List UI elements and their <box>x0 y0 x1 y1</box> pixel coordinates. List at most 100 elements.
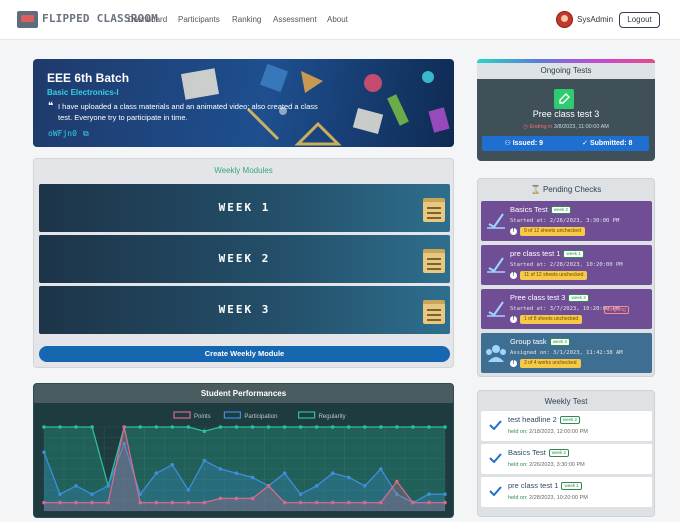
data-point-participation[interactable] <box>90 492 94 496</box>
data-point-regularity[interactable] <box>330 425 335 429</box>
data-point-participation[interactable] <box>186 488 191 492</box>
pending-item[interactable]: pre class test 1 week 1 Started at: 2/28/… <box>481 245 652 285</box>
data-point-regularity[interactable] <box>250 425 255 429</box>
data-point-regularity[interactable] <box>154 425 159 429</box>
data-point-points[interactable] <box>427 500 431 505</box>
data-point-regularity[interactable] <box>411 425 415 429</box>
data-point-points[interactable] <box>154 500 159 505</box>
copy-icon[interactable]: ⧉ <box>83 129 89 139</box>
data-point-points[interactable] <box>122 425 126 429</box>
week-card[interactable]: WEEK 1 <box>39 184 450 232</box>
nav-link-assessment[interactable]: Assessment <box>273 15 317 24</box>
data-point-regularity[interactable] <box>443 425 447 429</box>
data-point-participation[interactable] <box>106 484 110 488</box>
data-point-regularity[interactable] <box>266 425 271 429</box>
data-point-regularity[interactable] <box>298 425 303 429</box>
pending-item[interactable]: Basics Test week 2 Started at: 2/26/2023,… <box>481 201 652 241</box>
data-point-regularity[interactable] <box>138 425 143 429</box>
data-point-participation[interactable] <box>202 458 207 463</box>
data-point-participation[interactable] <box>427 492 431 496</box>
data-point-points[interactable] <box>42 500 46 505</box>
data-point-points[interactable] <box>346 500 351 505</box>
avatar[interactable] <box>556 11 573 28</box>
data-point-participation[interactable] <box>346 475 351 480</box>
username[interactable]: SysAdmin <box>577 15 613 24</box>
data-point-participation[interactable] <box>218 467 223 471</box>
data-point-regularity[interactable] <box>170 425 175 429</box>
data-point-participation[interactable] <box>314 484 319 488</box>
data-point-participation[interactable] <box>42 450 46 454</box>
data-point-points[interactable] <box>282 500 287 505</box>
data-point-points[interactable] <box>266 484 271 488</box>
week-card[interactable]: WEEK 2 <box>39 235 450 283</box>
ongoing-test-name[interactable]: Pree class test 3 <box>477 109 655 119</box>
pending-item[interactable]: Group task week 2 Assigned on: 3/1/2023, … <box>481 333 652 373</box>
create-weekly-module-button[interactable]: Create Weekly Module <box>39 346 450 362</box>
weekly-test-item[interactable]: pre class test 1 week 1 held on: 2/28/202… <box>481 477 652 507</box>
data-point-points[interactable] <box>363 500 367 505</box>
data-point-regularity[interactable] <box>202 429 207 433</box>
data-point-points[interactable] <box>250 496 255 501</box>
issued-count[interactable]: ⚇ Issued: 9 <box>482 136 566 151</box>
data-point-points[interactable] <box>186 500 191 505</box>
nav-link-dashboard[interactable]: Dashboard <box>128 15 167 24</box>
weekly-test-item[interactable]: test headline 2 week 2 held on: 2/18/2023… <box>481 411 652 441</box>
data-point-points[interactable] <box>74 500 78 505</box>
data-point-points[interactable] <box>234 496 239 501</box>
legend-swatch[interactable] <box>223 411 241 419</box>
data-point-participation[interactable] <box>170 463 175 467</box>
data-point-regularity[interactable] <box>90 425 94 429</box>
pending-item[interactable]: Pree class test 3 week 3 Started at: 3/7/… <box>481 289 652 329</box>
data-point-regularity[interactable] <box>379 425 383 429</box>
weekly-test-item[interactable]: Basics Test week 2 held on: 2/26/2023, 3:… <box>481 444 652 474</box>
data-point-participation[interactable] <box>330 471 335 475</box>
data-point-regularity[interactable] <box>314 425 319 429</box>
data-point-regularity[interactable] <box>282 425 287 429</box>
data-point-points[interactable] <box>218 496 223 501</box>
data-point-points[interactable] <box>379 500 383 505</box>
data-point-points[interactable] <box>170 500 175 505</box>
data-point-points[interactable] <box>395 479 399 484</box>
data-point-participation[interactable] <box>58 492 62 496</box>
week-label: WEEK 1 <box>218 201 271 214</box>
data-point-participation[interactable] <box>363 484 367 488</box>
data-point-participation[interactable] <box>74 484 78 488</box>
data-point-participation[interactable] <box>298 492 303 496</box>
nav-link-about[interactable]: About <box>327 15 348 24</box>
data-point-participation[interactable] <box>379 467 383 471</box>
data-point-points[interactable] <box>411 500 415 505</box>
data-point-points[interactable] <box>106 500 110 505</box>
data-point-points[interactable] <box>314 500 319 505</box>
data-point-participation[interactable] <box>234 471 239 475</box>
legend-swatch[interactable] <box>298 411 316 419</box>
submitted-count[interactable]: ✓ Submitted: 8 <box>566 136 650 151</box>
course-name[interactable]: Basic Electronics-I <box>47 88 119 97</box>
data-point-regularity[interactable] <box>234 425 239 429</box>
data-point-points[interactable] <box>443 500 447 505</box>
data-point-regularity[interactable] <box>58 425 62 429</box>
data-point-regularity[interactable] <box>346 425 351 429</box>
data-point-regularity[interactable] <box>186 425 191 429</box>
logout-button[interactable]: Logout <box>619 12 660 28</box>
data-point-regularity[interactable] <box>427 425 431 429</box>
data-point-participation[interactable] <box>154 471 159 475</box>
data-point-regularity[interactable] <box>363 425 367 429</box>
data-point-points[interactable] <box>298 500 303 505</box>
data-point-participation[interactable] <box>282 471 287 475</box>
data-point-points[interactable] <box>90 500 94 505</box>
week-card[interactable]: WEEK 3 <box>39 286 450 334</box>
data-point-points[interactable] <box>330 500 335 505</box>
data-point-points[interactable] <box>202 500 207 505</box>
data-point-points[interactable] <box>58 500 62 505</box>
logo-icon[interactable] <box>17 11 38 28</box>
nav-link-participants[interactable]: Participants <box>178 15 220 24</box>
data-point-participation[interactable] <box>443 492 447 496</box>
data-point-points[interactable] <box>138 500 143 505</box>
data-point-regularity[interactable] <box>218 425 223 429</box>
legend-swatch[interactable] <box>173 411 191 419</box>
data-point-regularity[interactable] <box>42 425 46 429</box>
data-point-regularity[interactable] <box>395 425 399 429</box>
data-point-participation[interactable] <box>250 475 255 480</box>
nav-link-ranking[interactable]: Ranking <box>232 15 261 24</box>
data-point-regularity[interactable] <box>74 425 78 429</box>
